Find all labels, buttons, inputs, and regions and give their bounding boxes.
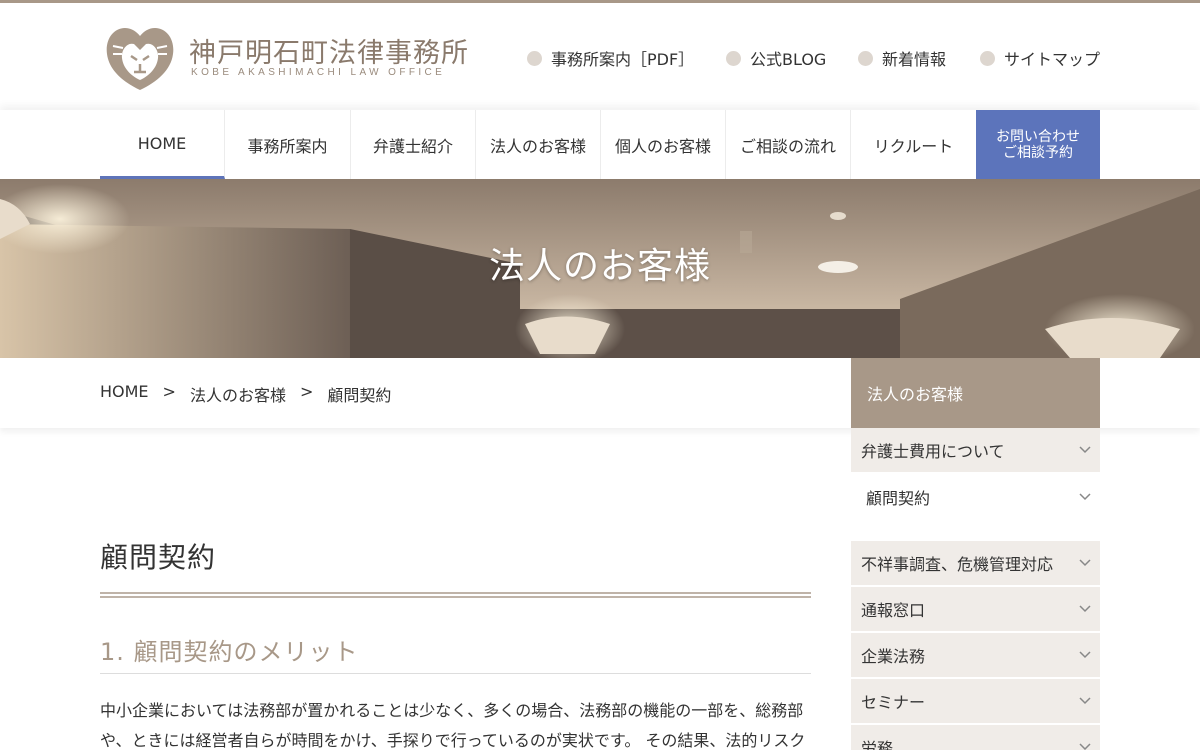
sidebar-item-whistleblower[interactable]: 通報窓口 [851, 587, 1100, 631]
util-link-blog[interactable]: 公式BLOG [726, 47, 826, 69]
global-nav: HOME 事務所案内 弁護士紹介 法人のお客様 個人のお客様 ご相談の流れ リク… [0, 110, 1200, 179]
util-link-label: 新着情報 [882, 50, 947, 69]
nav-item-recruit[interactable]: リクルート [851, 110, 976, 179]
util-link-pdf[interactable]: 事務所案内［PDF］ [527, 47, 694, 69]
sidebar-item-corporate-law[interactable]: 企業法務 [851, 633, 1100, 677]
bullet-icon [527, 50, 542, 66]
breadcrumb-corporate[interactable]: 法人のお客様 [190, 382, 286, 406]
bullet-icon [726, 50, 741, 66]
util-link-sitemap[interactable]: サイトマップ [980, 47, 1100, 69]
nav-item-corporate[interactable]: 法人のお客様 [476, 110, 601, 179]
hero-title: 法人のお客様 [488, 246, 711, 287]
sidebar-item-label: セミナー [861, 693, 926, 712]
sidebar-item-label: 不祥事調査、危機管理対応 [861, 555, 1054, 574]
page-title: 顧問契約 [100, 541, 217, 574]
site-logo[interactable]: 神戸明石町法律事務所 KOBE AKASHIMACHI LAW OFFICE [103, 22, 473, 92]
nav-item-lawyers[interactable]: 弁護士紹介 [351, 110, 476, 179]
body-paragraph: 中小企業においては法務部が置かれることは少なく、多くの場合、法務部の機能の一部を… [100, 701, 806, 750]
chevron-down-icon [1079, 697, 1091, 705]
site-header: 神戸明石町法律事務所 KOBE AKASHIMACHI LAW OFFICE 事… [0, 3, 1200, 110]
section-title: 1. 顧問契約のメリット [100, 638, 359, 666]
sidebar-item-label: 顧問契約 [866, 489, 931, 508]
sidebar-heading[interactable]: 法人のお客様 [851, 358, 1100, 428]
logo-title: 神戸明石町法律事務所 [189, 38, 469, 69]
chevron-down-icon [1079, 651, 1091, 659]
breadcrumb-separator: > [162, 382, 176, 401]
chevron-down-icon [1079, 446, 1091, 454]
chevron-down-icon [1079, 743, 1091, 750]
sidebar-item-label: 弁護士費用について [861, 442, 1005, 461]
chevron-down-icon [1079, 559, 1091, 567]
title-divider [100, 592, 811, 598]
breadcrumb-home[interactable]: HOME [100, 382, 149, 406]
breadcrumb-current: 顧問契約 [327, 386, 392, 405]
contact-label-line2: ご相談予約 [1003, 144, 1073, 161]
bullet-icon [980, 50, 995, 66]
contact-label-line1: お問い合わせ [996, 128, 1080, 145]
sidebar-item-seminar[interactable]: セミナー [851, 679, 1100, 723]
util-link-label: 事務所案内［PDF］ [551, 50, 695, 69]
chevron-down-icon [1079, 605, 1091, 613]
nav-item-office[interactable]: 事務所案内 [225, 110, 351, 179]
nav-item-individual[interactable]: 個人のお客様 [601, 110, 726, 179]
sidebar-item-crisis[interactable]: 不祥事調査、危機管理対応 [851, 541, 1100, 585]
sidebar-item-label: 労務 [861, 739, 894, 750]
logo-subtitle: KOBE AKASHIMACHI LAW OFFICE [191, 67, 446, 78]
nav-item-home[interactable]: HOME [100, 110, 225, 179]
util-link-label: 公式BLOG [750, 50, 827, 69]
lion-logo-icon [106, 28, 174, 90]
breadcrumb-separator: > [299, 382, 314, 401]
contact-button[interactable]: お問い合わせ ご相談予約 [976, 110, 1100, 179]
hero-banner: 法人のお客様 [0, 179, 1200, 358]
util-link-news[interactable]: 新着情報 [858, 47, 946, 69]
chevron-down-icon [1079, 493, 1091, 501]
bullet-icon [858, 50, 873, 66]
sidebar-item-retainer[interactable]: 顧問契約 [851, 475, 1100, 519]
sidebar-item-label: 通報窓口 [861, 601, 926, 620]
sidebar-item-labor[interactable]: 労務 [851, 725, 1100, 750]
sidebar-item-label: 企業法務 [861, 647, 926, 666]
breadcrumb: HOME > 法人のお客様 > 顧問契約 [100, 382, 391, 406]
nav-item-consultation-flow[interactable]: ご相談の流れ [726, 110, 851, 179]
util-link-label: サイトマップ [1004, 50, 1101, 69]
sidebar-item-fees[interactable]: 弁護士費用について [851, 428, 1100, 472]
section-divider [100, 673, 811, 674]
